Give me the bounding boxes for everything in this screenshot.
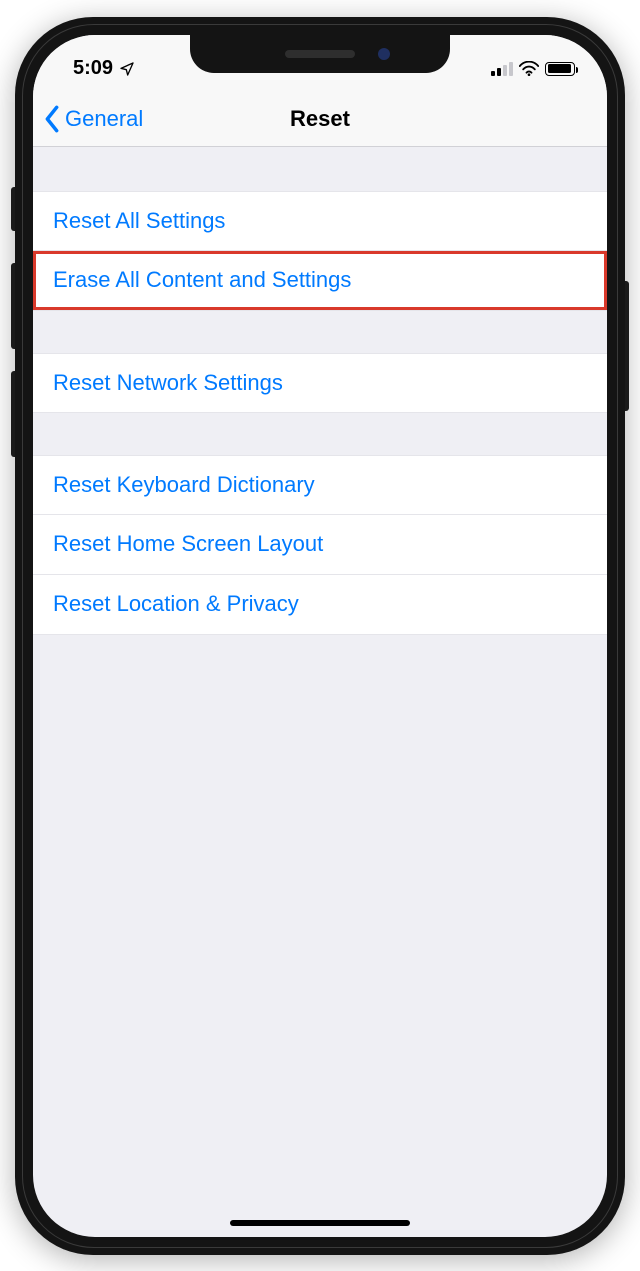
settings-row[interactable]: Reset Home Screen Layout <box>33 515 607 575</box>
row-label: Reset Keyboard Dictionary <box>53 472 315 498</box>
battery-icon <box>545 62 575 76</box>
settings-row[interactable]: Reset Keyboard Dictionary <box>33 455 607 515</box>
speaker-grille <box>285 50 355 58</box>
volume-up-button <box>11 263 15 349</box>
notch <box>190 35 450 73</box>
settings-row[interactable]: Reset Network Settings <box>33 353 607 413</box>
wifi-icon <box>519 61 539 76</box>
status-time: 5:09 <box>73 57 113 80</box>
mute-switch <box>11 187 15 231</box>
power-button <box>625 281 629 411</box>
phone-frame: 5:09 <box>15 17 625 1255</box>
settings-row[interactable]: Erase All Content and Settings <box>33 251 607 311</box>
back-button[interactable]: General <box>33 105 143 133</box>
location-icon <box>119 61 135 77</box>
home-indicator[interactable] <box>230 1220 410 1226</box>
settings-group: Reset All Settings Erase All Content and … <box>33 191 607 311</box>
row-label: Reset Location & Privacy <box>53 591 299 617</box>
settings-row[interactable]: Reset Location & Privacy <box>33 575 607 635</box>
settings-row[interactable]: Reset All Settings <box>33 191 607 251</box>
cellular-signal-icon <box>491 62 513 76</box>
settings-list: Reset All Settings Erase All Content and … <box>33 191 607 635</box>
front-camera <box>378 48 390 60</box>
nav-bar: General Reset <box>33 93 607 147</box>
page-title: Reset <box>290 106 350 132</box>
row-label: Reset Network Settings <box>53 370 283 396</box>
settings-group: Reset Network Settings <box>33 353 607 413</box>
back-label: General <box>65 106 143 132</box>
screen: 5:09 <box>33 35 607 1237</box>
row-label: Reset All Settings <box>53 208 225 234</box>
chevron-left-icon <box>43 105 61 133</box>
row-label: Erase All Content and Settings <box>53 267 351 293</box>
settings-group: Reset Keyboard Dictionary Reset Home Scre… <box>33 455 607 635</box>
row-label: Reset Home Screen Layout <box>53 531 323 557</box>
volume-down-button <box>11 371 15 457</box>
